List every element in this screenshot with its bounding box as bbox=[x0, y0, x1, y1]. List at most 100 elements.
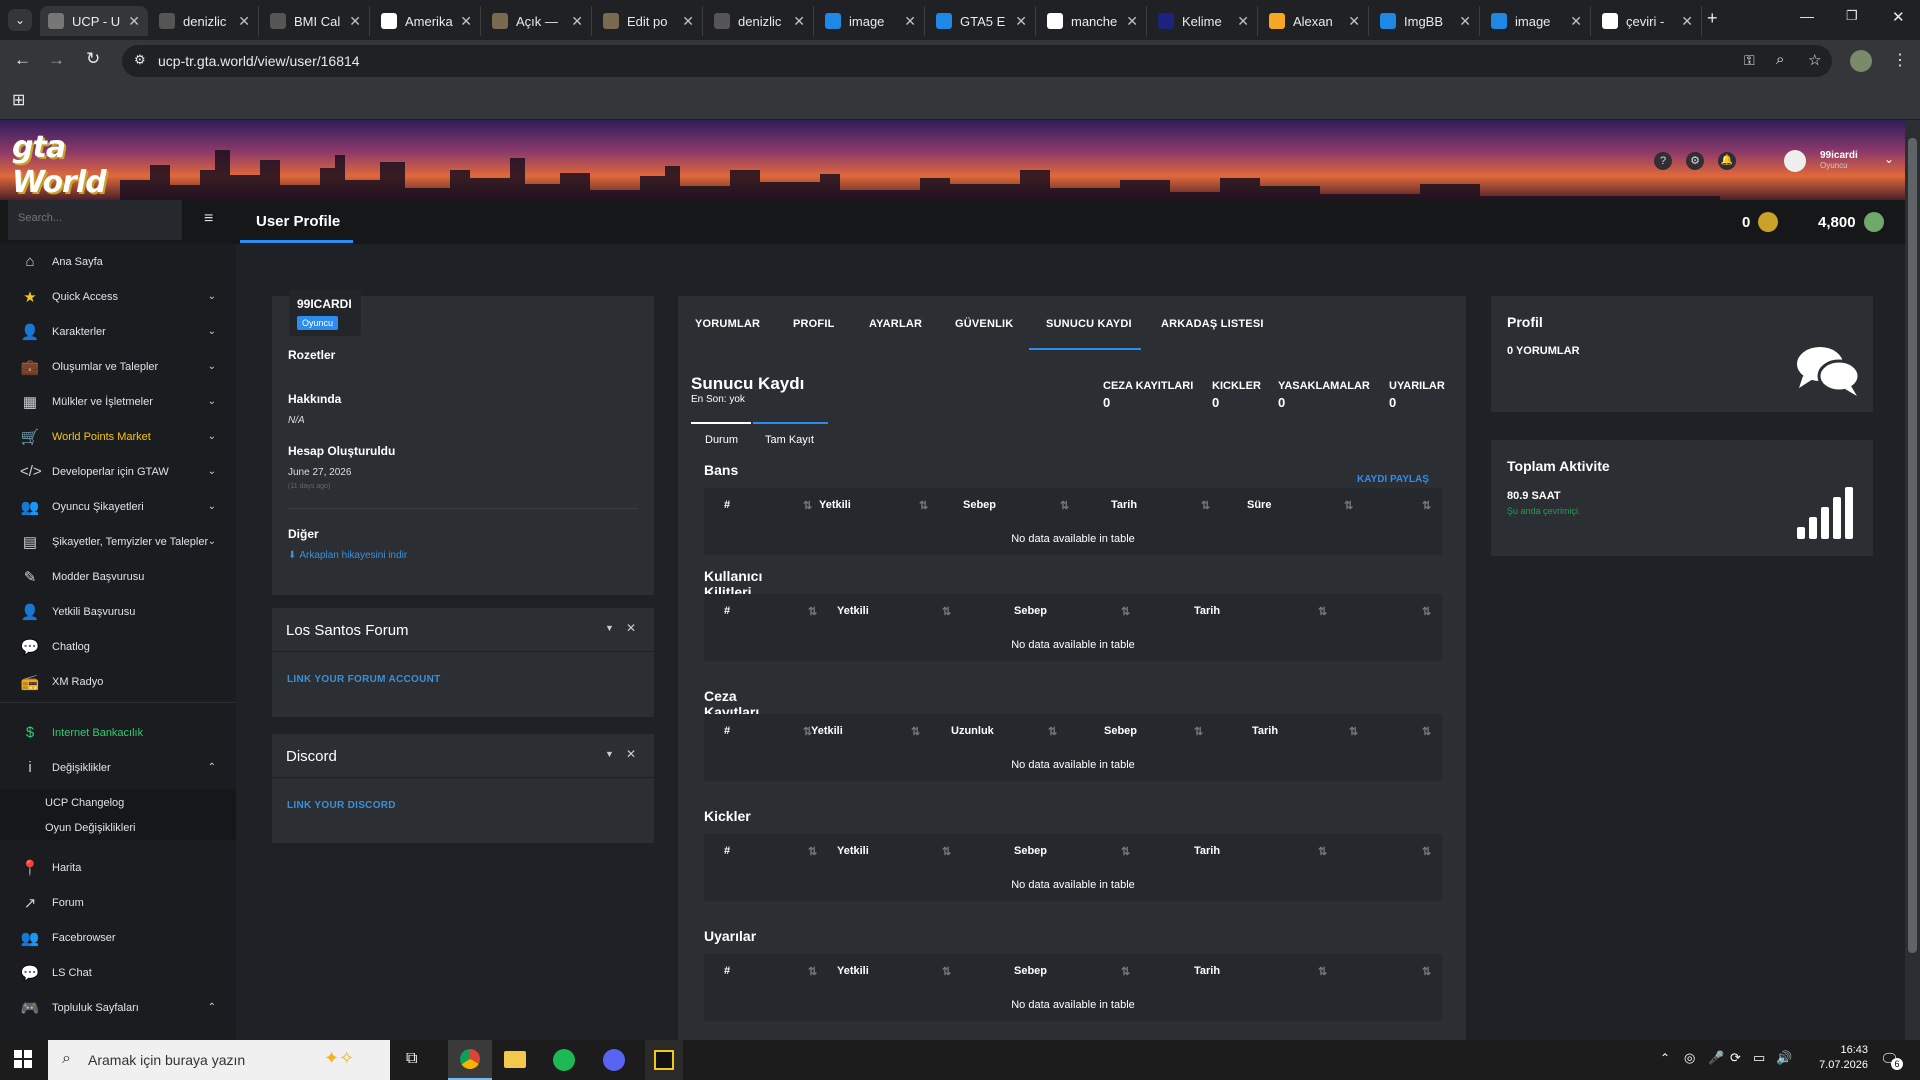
restore-button[interactable]: ❐ bbox=[1846, 8, 1858, 24]
apps-grid-icon[interactable]: ⊞ bbox=[12, 90, 25, 110]
close-tab-icon[interactable]: ✕ bbox=[1675, 13, 1693, 30]
column-header[interactable]: Sebep bbox=[1014, 605, 1047, 617]
close-tab-icon[interactable]: ✕ bbox=[898, 13, 916, 30]
new-tab-button[interactable]: + bbox=[1707, 8, 1718, 29]
sidebar-item-yetkili-ba-vurusu[interactable]: 👤 Yetkili Başvurusu bbox=[0, 594, 236, 629]
sort-arrows-icon[interactable]: ⇅ bbox=[1318, 965, 1327, 978]
spotify-icon[interactable] bbox=[553, 1049, 575, 1071]
column-header[interactable]: Tarih bbox=[1252, 725, 1278, 737]
sort-arrows-icon[interactable]: ⇅ bbox=[1422, 605, 1431, 618]
file-explorer-icon[interactable] bbox=[504, 1051, 526, 1068]
close-tab-icon[interactable]: ✕ bbox=[1564, 13, 1582, 30]
sort-arrows-icon[interactable]: ⇅ bbox=[1349, 725, 1358, 738]
column-header[interactable]: # bbox=[724, 605, 730, 617]
close-tab-icon[interactable]: ✕ bbox=[1342, 13, 1360, 30]
close-tab-icon[interactable]: ✕ bbox=[343, 13, 361, 30]
sort-arrows-icon[interactable]: ⇅ bbox=[1201, 499, 1210, 512]
tray-chevron-icon[interactable]: ⌃ bbox=[1660, 1051, 1670, 1065]
sort-arrows-icon[interactable]: ⇅ bbox=[1121, 845, 1130, 858]
sort-arrows-icon[interactable]: ⇅ bbox=[919, 499, 928, 512]
user-menu[interactable]: 99icardi Oyuncu ⌄ bbox=[1784, 148, 1894, 174]
subtab-durum[interactable]: Durum bbox=[691, 422, 751, 450]
points-counter[interactable]: 4,800 bbox=[1818, 212, 1884, 232]
sidebar-item-modder-ba-vurusu[interactable]: ✎ Modder Başvurusu bbox=[0, 559, 236, 594]
browser-tab[interactable]: UCP - U ✕ bbox=[40, 6, 148, 36]
column-header[interactable]: # bbox=[724, 845, 730, 857]
discord-taskbar-icon[interactable] bbox=[603, 1049, 625, 1071]
column-header[interactable]: Tarih bbox=[1111, 499, 1137, 511]
camera-icon[interactable]: ◎ bbox=[1684, 1050, 1695, 1066]
sidebar-item-facebrowser[interactable]: 👥 Facebrowser bbox=[0, 920, 236, 955]
column-header[interactable]: Yetkili bbox=[811, 725, 843, 737]
taskbar-search[interactable]: ⌕ Aramak için buraya yazın ✦✧ bbox=[48, 1040, 390, 1080]
sidebar-search-input[interactable] bbox=[18, 212, 168, 224]
close-icon[interactable]: ✕ bbox=[626, 621, 636, 635]
sidebar-item-developerlar-i-in-gtaw[interactable]: </> Developerlar için GTAW ⌄ bbox=[0, 454, 236, 489]
tab-profil[interactable]: PROFIL bbox=[793, 318, 835, 330]
column-header[interactable]: # bbox=[724, 965, 730, 977]
scrollbar-thumb[interactable] bbox=[1908, 138, 1917, 953]
help-icon[interactable]: ? bbox=[1654, 152, 1672, 170]
close-tab-icon[interactable]: ✕ bbox=[1231, 13, 1249, 30]
column-header[interactable]: Yetkili bbox=[819, 499, 851, 511]
network-icon[interactable]: ▭ bbox=[1753, 1050, 1765, 1066]
sidebar-item-chatlog[interactable]: 💬 Chatlog bbox=[0, 629, 236, 664]
column-header[interactable]: Tarih bbox=[1194, 965, 1220, 977]
update-icon[interactable]: ⟳ bbox=[1730, 1050, 1741, 1066]
sidebar-item-ikayetler-temyizler-ve-talepler[interactable]: ▤ Şikayetler, Temyizler ve Talepler ⌄ bbox=[0, 524, 236, 559]
sidebar-item-topluluk-sayfalar[interactable]: 🎮 Topluluk Sayfaları ⌃ bbox=[0, 990, 236, 1025]
tab-ayarlar[interactable]: AYARLAR bbox=[869, 318, 922, 330]
close-tab-icon[interactable]: ✕ bbox=[232, 13, 250, 30]
sidebar-item-m-lkler-ve-i-letmeler[interactable]: ▦ Mülkler ve İşletmeler ⌄ bbox=[0, 384, 236, 419]
tab-search-button[interactable]: ⌄ bbox=[8, 9, 32, 31]
subtab-tam-kayit[interactable]: Tam Kayıt bbox=[753, 422, 828, 450]
column-header[interactable]: # bbox=[724, 499, 730, 511]
sort-arrows-icon[interactable]: ⇅ bbox=[1194, 725, 1203, 738]
column-header[interactable]: Tarih bbox=[1194, 845, 1220, 857]
gta-world-logo[interactable]: gta World bbox=[12, 130, 136, 200]
sort-arrows-icon[interactable]: ⇅ bbox=[1318, 605, 1327, 618]
column-header[interactable]: Uzunluk bbox=[951, 725, 994, 737]
reload-icon[interactable]: ↻ bbox=[86, 49, 100, 69]
close-tab-icon[interactable]: ✕ bbox=[676, 13, 694, 30]
sidebar-item-karakterler[interactable]: 👤 Karakterler ⌄ bbox=[0, 314, 236, 349]
browser-tab[interactable]: image ✕ bbox=[817, 6, 925, 36]
collapse-caret-icon[interactable]: ▼ bbox=[605, 623, 614, 633]
menu-icon[interactable]: ⋮ bbox=[1892, 50, 1908, 70]
tab-yorumlar[interactable]: YORUMLAR bbox=[695, 318, 760, 330]
sort-arrows-icon[interactable]: ⇅ bbox=[1422, 965, 1431, 978]
column-header[interactable]: # bbox=[724, 725, 730, 737]
sort-arrows-icon[interactable]: ⇅ bbox=[1422, 725, 1431, 738]
sidebar-item-xm-radyo[interactable]: 📻 XM Radyo bbox=[0, 664, 236, 699]
close-tab-icon[interactable]: ✕ bbox=[1009, 13, 1027, 30]
sort-arrows-icon[interactable]: ⇅ bbox=[1422, 499, 1431, 512]
browser-tab[interactable]: GTA5 E ✕ bbox=[928, 6, 1036, 36]
sort-arrows-icon[interactable]: ⇅ bbox=[1060, 499, 1069, 512]
sort-arrows-icon[interactable]: ⇅ bbox=[942, 965, 951, 978]
close-window-button[interactable]: ✕ bbox=[1892, 8, 1905, 26]
close-tab-icon[interactable]: ✕ bbox=[787, 13, 805, 30]
zoom-icon[interactable]: ⌕ bbox=[1776, 51, 1784, 68]
sort-arrows-icon[interactable]: ⇅ bbox=[808, 845, 817, 858]
close-tab-icon[interactable]: ✕ bbox=[122, 13, 140, 30]
microphone-icon[interactable]: 🎤 bbox=[1708, 1050, 1724, 1066]
column-header[interactable]: Süre bbox=[1247, 499, 1271, 511]
close-tab-icon[interactable]: ✕ bbox=[1453, 13, 1471, 30]
forward-icon[interactable]: → bbox=[48, 50, 65, 70]
close-tab-icon[interactable]: ✕ bbox=[565, 13, 583, 30]
close-icon[interactable]: ✕ bbox=[626, 747, 636, 761]
browser-tab[interactable]: BMI Cal ✕ bbox=[262, 6, 370, 36]
sidebar-item-oyun-de-i-iklikleri[interactable]: Oyun Değişiklikleri bbox=[0, 815, 236, 840]
rockstar-launcher-icon[interactable] bbox=[645, 1040, 683, 1080]
minimize-button[interactable]: — bbox=[1800, 8, 1814, 24]
sidebar-item-oyuncu-ikayetleri[interactable]: 👥 Oyuncu Şikayetleri ⌄ bbox=[0, 489, 236, 524]
sort-arrows-icon[interactable]: ⇅ bbox=[803, 499, 812, 512]
windows-start-icon[interactable] bbox=[14, 1050, 32, 1068]
tab-g-venlik[interactable]: GÜVENLIK bbox=[955, 318, 1013, 330]
share-log-link[interactable]: KAYDI PAYLAŞ bbox=[1357, 474, 1429, 485]
link-discord-link[interactable]: LINK YOUR DISCORD bbox=[287, 800, 396, 811]
sidebar-item-olu-umlar-ve-talepler[interactable]: 💼 Oluşumlar ve Talepler ⌄ bbox=[0, 349, 236, 384]
column-header[interactable]: Sebep bbox=[1014, 845, 1047, 857]
sort-arrows-icon[interactable]: ⇅ bbox=[1318, 845, 1327, 858]
column-header[interactable]: Sebep bbox=[963, 499, 996, 511]
